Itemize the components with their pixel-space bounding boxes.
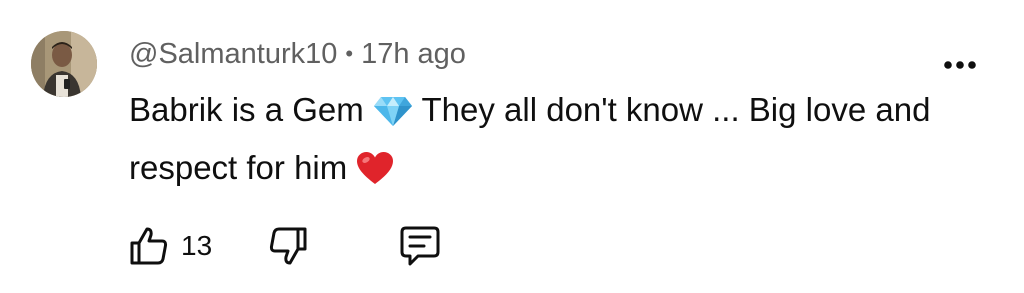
like-button[interactable]: 13 — [129, 226, 212, 266]
like-count: 13 — [181, 230, 213, 261]
meta-separator: • — [345, 41, 354, 66]
comment-meta: @Salmanturk10 • 17h ago — [129, 34, 466, 74]
comment-text: Babrik is a Gem They all don't know ... … — [129, 84, 989, 200]
thumbs-down-icon — [270, 227, 307, 265]
gem-emoji-icon — [373, 90, 413, 142]
comment-time: 17h ago — [361, 37, 466, 70]
comment-text-part1: Babrik is a Gem — [129, 91, 373, 128]
author-handle[interactable]: @Salmanturk10 — [129, 38, 337, 71]
heart-emoji-icon — [356, 148, 394, 200]
comment-actions: 13 — [129, 222, 442, 270]
avatar-photo — [31, 31, 97, 97]
more-options-button[interactable] — [940, 50, 980, 80]
more-vert-icon — [944, 61, 976, 69]
thumbs-up-icon — [130, 227, 168, 265]
avatar[interactable] — [31, 31, 97, 97]
dislike-button[interactable] — [268, 226, 308, 266]
reply-button[interactable] — [398, 224, 442, 268]
comment-card: @Salmanturk10 • 17h ago Babrik is a Gem … — [0, 0, 1024, 293]
comment-reply-icon — [400, 226, 440, 266]
